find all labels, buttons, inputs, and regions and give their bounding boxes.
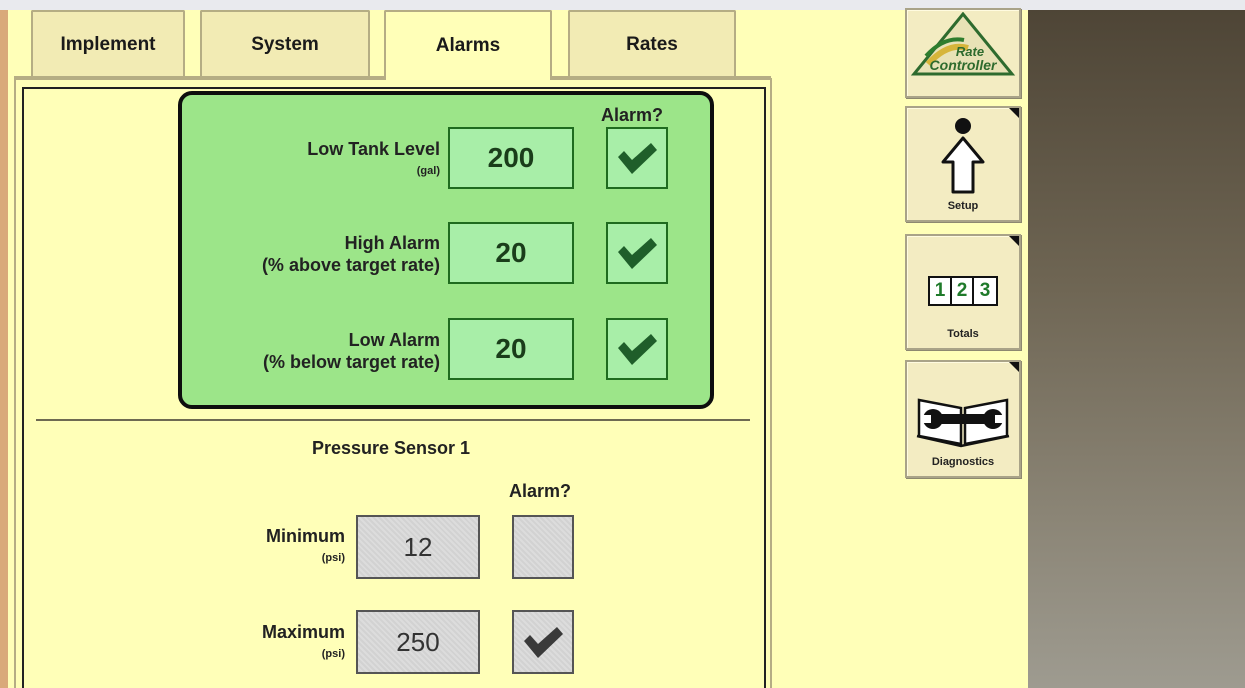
totals-counter-icon: 1 2 3 — [928, 276, 998, 306]
rate-controller-button[interactable]: Rate Controller — [905, 8, 1021, 98]
top-strip — [0, 0, 1245, 10]
maximum-label: Maximum (psi) — [200, 621, 345, 661]
low-tank-level-unit: (gal) — [416, 165, 440, 177]
checkmark-icon — [618, 143, 657, 174]
maximum-pressure-alarm-checkbox[interactable] — [512, 610, 574, 674]
setup-button[interactable]: Setup — [905, 106, 1021, 222]
tab-alarms[interactable]: Alarms — [384, 10, 552, 80]
setup-label: Setup — [947, 200, 979, 212]
rate-controller-logo-icon: Rate Controller — [910, 12, 1016, 76]
tab-implement-label: Implement — [60, 34, 156, 55]
high-alarm-title: High Alarm — [344, 233, 440, 253]
diagnostics-button[interactable]: Diagnostics — [905, 360, 1021, 478]
low-tank-level-value: 200 — [487, 142, 535, 173]
low-alarm-label: Low Alarm (% below target rate) — [220, 329, 440, 373]
tab-system[interactable]: System — [200, 10, 370, 78]
low-tank-level-title: Low Tank Level — [307, 139, 440, 159]
low-alarm-field[interactable]: 20 — [448, 318, 574, 380]
alarm-column-header: Alarm? — [601, 105, 664, 125]
low-alarm-title: Low Alarm — [348, 330, 440, 350]
left-edge-strip — [0, 10, 8, 688]
checkmark-icon — [618, 334, 657, 365]
minimum-pressure-field[interactable]: 12 — [356, 515, 480, 579]
totals-digit-3: 3 — [979, 280, 991, 301]
corner-indicator-icon — [1009, 108, 1019, 118]
right-side-panel — [1028, 10, 1245, 688]
setup-arrow-icon — [941, 118, 985, 194]
pressure-alarm-column-header: Alarm? — [509, 481, 572, 501]
diagnostics-manual-icon — [916, 398, 1010, 448]
maximum-pressure-value: 250 — [396, 626, 440, 657]
rate-controller-line2: Controller — [930, 57, 998, 73]
minimum-unit: (psi) — [321, 552, 345, 564]
high-alarm-checkbox[interactable] — [606, 222, 668, 284]
high-alarm-field[interactable]: 20 — [448, 222, 574, 284]
tab-rates-label: Rates — [626, 34, 678, 55]
minimum-pressure-value: 12 — [403, 531, 433, 562]
low-tank-level-label: Low Tank Level (gal) — [230, 138, 440, 178]
minimum-label: Minimum (psi) — [200, 525, 345, 565]
tab-system-label: System — [251, 34, 319, 55]
tab-implement[interactable]: Implement — [31, 10, 185, 78]
section-divider — [36, 419, 750, 421]
high-alarm-label: High Alarm (% above target rate) — [220, 232, 440, 276]
high-alarm-unit: (% above target rate) — [261, 255, 440, 275]
totals-button[interactable]: 1 2 3 Totals — [905, 234, 1021, 350]
minimum-title: Minimum — [266, 526, 345, 546]
totals-label: Totals — [947, 328, 979, 340]
low-tank-level-field[interactable]: 200 — [448, 127, 574, 189]
high-alarm-value: 20 — [495, 237, 527, 268]
maximum-title: Maximum — [261, 622, 345, 642]
tab-alarms-label: Alarms — [435, 35, 501, 56]
maximum-pressure-field[interactable]: 250 — [356, 610, 480, 674]
checkmark-icon — [524, 627, 563, 658]
totals-digit-1: 1 — [930, 278, 952, 304]
tab-rates[interactable]: Rates — [568, 10, 736, 78]
totals-digit-2: 2 — [952, 278, 974, 304]
low-tank-level-alarm-checkbox[interactable] — [606, 127, 668, 189]
low-alarm-value: 20 — [495, 333, 527, 364]
pressure-sensor-title: Pressure Sensor 1 — [311, 438, 471, 458]
checkmark-icon — [618, 238, 657, 269]
maximum-unit: (psi) — [321, 648, 345, 660]
low-alarm-checkbox[interactable] — [606, 318, 668, 380]
minimum-pressure-alarm-checkbox[interactable] — [512, 515, 574, 579]
corner-indicator-icon — [1009, 362, 1019, 372]
corner-indicator-icon — [1009, 236, 1019, 246]
diagnostics-label: Diagnostics — [931, 456, 995, 468]
low-alarm-unit: (% below target rate) — [262, 352, 440, 372]
